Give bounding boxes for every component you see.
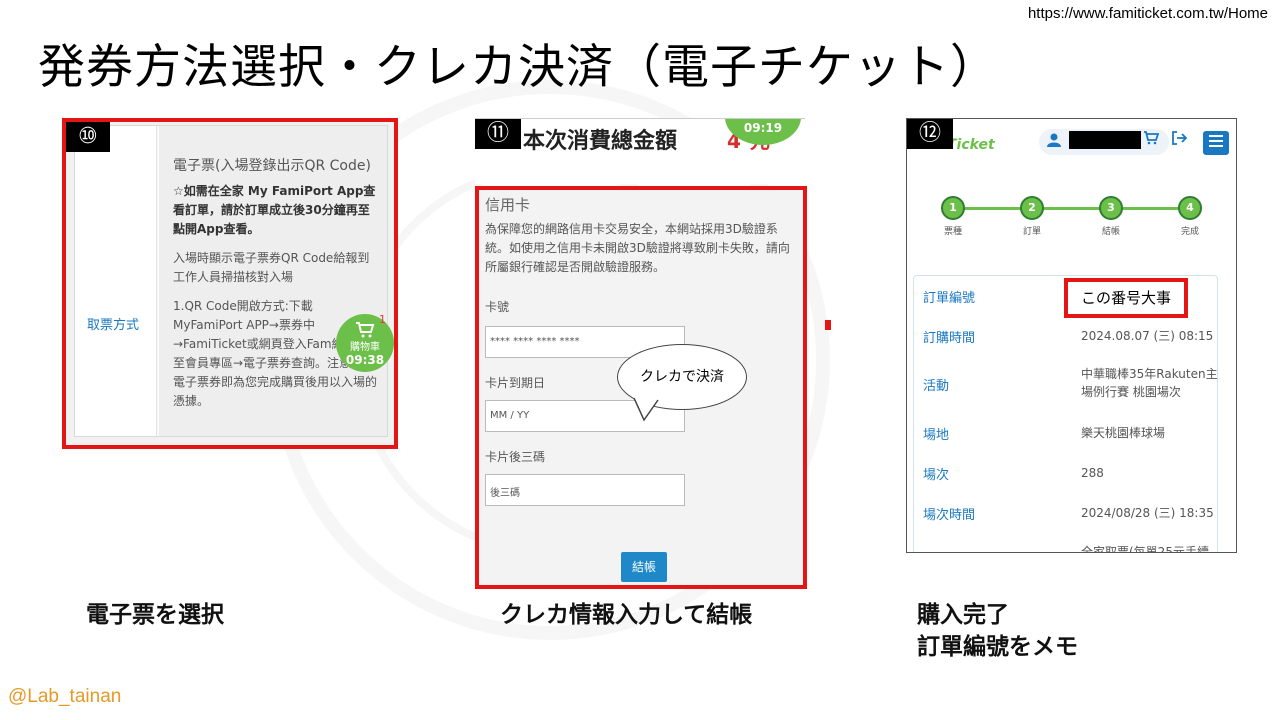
progress-label-4: 完成 — [1180, 227, 1199, 237]
venue-value: 樂天桃園棒球場 — [1081, 426, 1166, 440]
author-handle: @Lab_tainan — [8, 686, 122, 707]
order-time-label: 訂購時間 — [923, 331, 976, 346]
session-time-value: 2024/08/28 (三) 18:35 — [1081, 506, 1214, 520]
logo-text: Ticket — [947, 137, 995, 153]
redacted-username — [1069, 131, 1141, 149]
entry-instruction: 入場時顯示電子票券QR Code給報到工作人員掃描核對入場 — [173, 251, 370, 284]
famiticket-logo: Ticket — [947, 137, 995, 153]
order-number-callout: この番号大事 — [1064, 278, 1188, 318]
3d-secure-notice: 為保障您的網路信用卡交易安全，本網站採用3D驗證系統。如使用之信用卡未開啟3D驗… — [485, 222, 790, 274]
caption-select-eticket: 電子票を選択 — [86, 602, 224, 628]
ticket-method-label: 取票方式 — [87, 318, 140, 333]
ticket-method-label-column: 取票方式 — [75, 126, 157, 436]
card-number-label: 卡號 — [485, 300, 510, 314]
progress-step-2: 2 — [1020, 196, 1044, 220]
cart-button[interactable]: 1 購物車 09:38 — [336, 314, 394, 372]
user-icon[interactable] — [1047, 133, 1061, 151]
caption-enter-card: クレカ情報入力して結帳 — [500, 602, 753, 628]
progress-step-1: 1 — [941, 196, 965, 220]
venue-label: 場地 — [923, 428, 950, 443]
speech-bubble-tail — [633, 398, 659, 422]
order-time-value: 2024.08.07 (三) 08:15 — [1081, 329, 1214, 343]
logout-icon[interactable] — [1171, 131, 1188, 149]
app-notice: ☆如需在全家 My FamiPort App查看訂單，請於訂單成立後30分鐘再至… — [173, 184, 376, 236]
cart-count-badge: 1 — [379, 313, 386, 326]
order-number-label: 訂單編號 — [923, 291, 976, 306]
ticket-method-card: 取票方式 電子票(入場登錄出示QR Code) ☆如需在全家 My FamiPo… — [74, 125, 388, 437]
e-ticket-option[interactable]: 電子票(入場登錄出示QR Code) ☆如需在全家 My FamiPort Ap… — [159, 126, 387, 436]
event-label: 活動 — [923, 379, 950, 394]
progress-step-4: 4 — [1178, 196, 1202, 220]
cvv-input[interactable]: 後三碼 — [485, 474, 685, 506]
progress-step-3: 3 — [1099, 196, 1123, 220]
event-value: 中華職棒35年Rakuten主場例行賽 桃園場次 — [1081, 367, 1218, 399]
cart-timer: 09:38 — [345, 353, 385, 367]
payment-total-header: ⑪ 本次消費總金額 4 元 09:19 — [475, 118, 805, 184]
hamburger-menu-icon[interactable] — [1203, 131, 1229, 155]
red-marker — [825, 320, 831, 330]
cart-icon — [356, 322, 375, 338]
step-number-badge: ⑩ — [66, 122, 110, 152]
progress-line — [953, 207, 1193, 210]
progress-label-1: 票種 — [943, 227, 962, 237]
source-url: https://www.famiticket.com.tw/Home — [1027, 5, 1268, 22]
checkout-button[interactable]: 結帳 — [621, 552, 667, 582]
session-time-label: 場次時間 — [923, 508, 976, 523]
progress-label-3: 結帳 — [1101, 227, 1120, 237]
expiry-label: 卡片到期日 — [485, 376, 546, 390]
session-label: 場次 — [923, 468, 950, 483]
pickup-fee-value: 全家取票(每單25元手續 — [1081, 545, 1209, 553]
screenshot-ticket-method: ⑩ 取票方式 電子票(入場登錄出示QR Code) ☆如需在全家 My Fami… — [62, 118, 398, 449]
order-complete-screenshot: ⑫ Ticket 1 2 3 4 票種 訂單 結帳 完成 訂單編號 訂購時間 2… — [906, 118, 1237, 553]
step-number-badge: ⑫ — [907, 119, 954, 149]
session-value: 288 — [1081, 466, 1104, 480]
credit-card-section-title: 信用卡 — [485, 196, 531, 214]
progress-label-2: 訂單 — [1022, 227, 1041, 237]
step-number-badge: ⑪ — [475, 119, 522, 149]
e-ticket-heading: 電子票(入場登錄出示QR Code) — [173, 158, 371, 174]
total-amount-label: 本次消費總金額 — [523, 129, 678, 154]
caption-note-order-number: 訂單編號をメモ — [917, 634, 1078, 660]
caption-purchase-complete: 購入完了 — [917, 602, 1009, 628]
cart-icon[interactable] — [1143, 131, 1160, 149]
cvv-label: 卡片後三碼 — [485, 450, 546, 464]
